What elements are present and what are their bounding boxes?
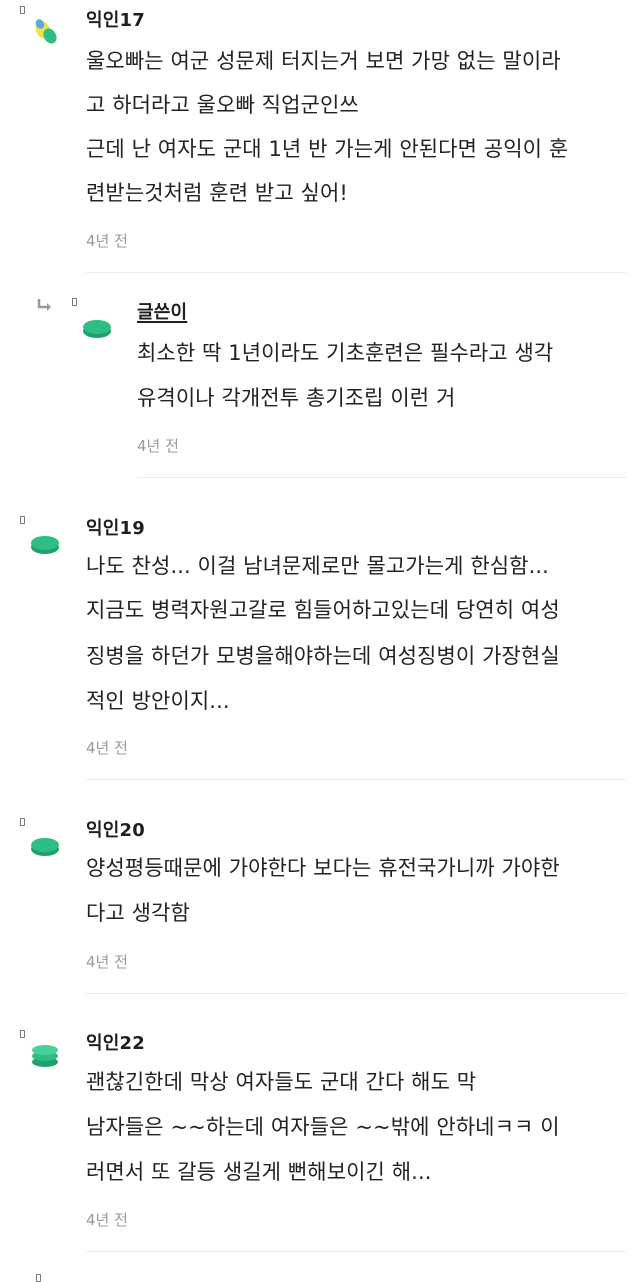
comment-timestamp: 4년 전 [86,1211,128,1229]
comment-timestamp: 4년 전 [86,232,128,250]
comment-author[interactable]: 글쓴이 [137,298,187,324]
comment-text-line: 나도 찬성... 이걸 남녀문제로만 몰고가는게 한심함... [86,554,549,578]
comment-text-line: 울오빠는 여군 성문제 터지는거 보면 가망 없는 말이라 [86,49,561,73]
comment-divider [86,1251,626,1252]
comment-text-line: 지금도 병력자원고갈로 힘들어하고있는데 당연히 여성 [86,598,560,622]
report-mark-icon[interactable] [36,1274,41,1282]
comment-divider [86,779,626,780]
comment-author[interactable]: 익인19 [86,514,145,540]
comment-divider [86,993,626,994]
comment-text-line: 다고 생각함 [86,901,190,925]
green-stack-avatar[interactable] [30,1040,60,1070]
comment-text-line: 고 하더라고 울오빠 직업군인쓰 [86,93,359,117]
comment-author[interactable]: 익인22 [86,1029,145,1055]
comment-divider [86,272,626,273]
comment-text-line: 남자들은 ~~하는데 여자들은 ~~밖에 안하네ㅋㅋ 이 [86,1115,560,1139]
comment-text-line: 련받는것처럼 훈련 받고 싶어! [86,181,348,205]
green-disc-avatar[interactable] [82,312,112,342]
report-mark-icon[interactable] [72,298,77,306]
yellow-blue-green-blob-avatar[interactable] [30,16,60,46]
comment-text-line: 양성평등때문에 가야한다 보다는 휴전국가니까 가야한 [86,856,560,880]
report-mark-icon[interactable] [20,1030,25,1038]
report-mark-icon[interactable] [20,6,25,14]
comment-author[interactable]: 익인17 [86,6,145,32]
report-mark-icon[interactable] [20,516,25,524]
report-mark-icon[interactable] [20,818,25,826]
comment-author[interactable]: 익인20 [86,816,145,842]
comment-timestamp: 4년 전 [86,739,128,757]
comment-text-line: 징병을 하던가 모병을해야하는데 여성징병이 가장현실 [86,644,560,668]
comment-text-line: 괜찮긴한데 막상 여자들도 군대 간다 해도 막 [86,1070,477,1094]
comment-text-line: 최소한 딱 1년이라도 기초훈련은 필수라고 생각 [137,341,554,365]
reply-arrow-icon [36,298,54,314]
comment-timestamp: 4년 전 [86,953,128,971]
comment-divider [137,477,626,478]
comment-timestamp: 4년 전 [137,437,179,455]
comment-text-line: 적인 방안이지... [86,689,230,713]
comment-text-line: 유격이나 각개전투 총기조립 이런 거 [137,386,456,410]
green-disc-avatar[interactable] [30,528,60,558]
comment-text-line: 러면서 또 갈등 생길게 뻔해보이긴 해... [86,1160,432,1184]
green-disc-avatar[interactable] [30,830,60,860]
comment-text-line: 근데 난 여자도 군대 1년 반 가는게 안된다면 공익이 훈 [86,137,569,161]
